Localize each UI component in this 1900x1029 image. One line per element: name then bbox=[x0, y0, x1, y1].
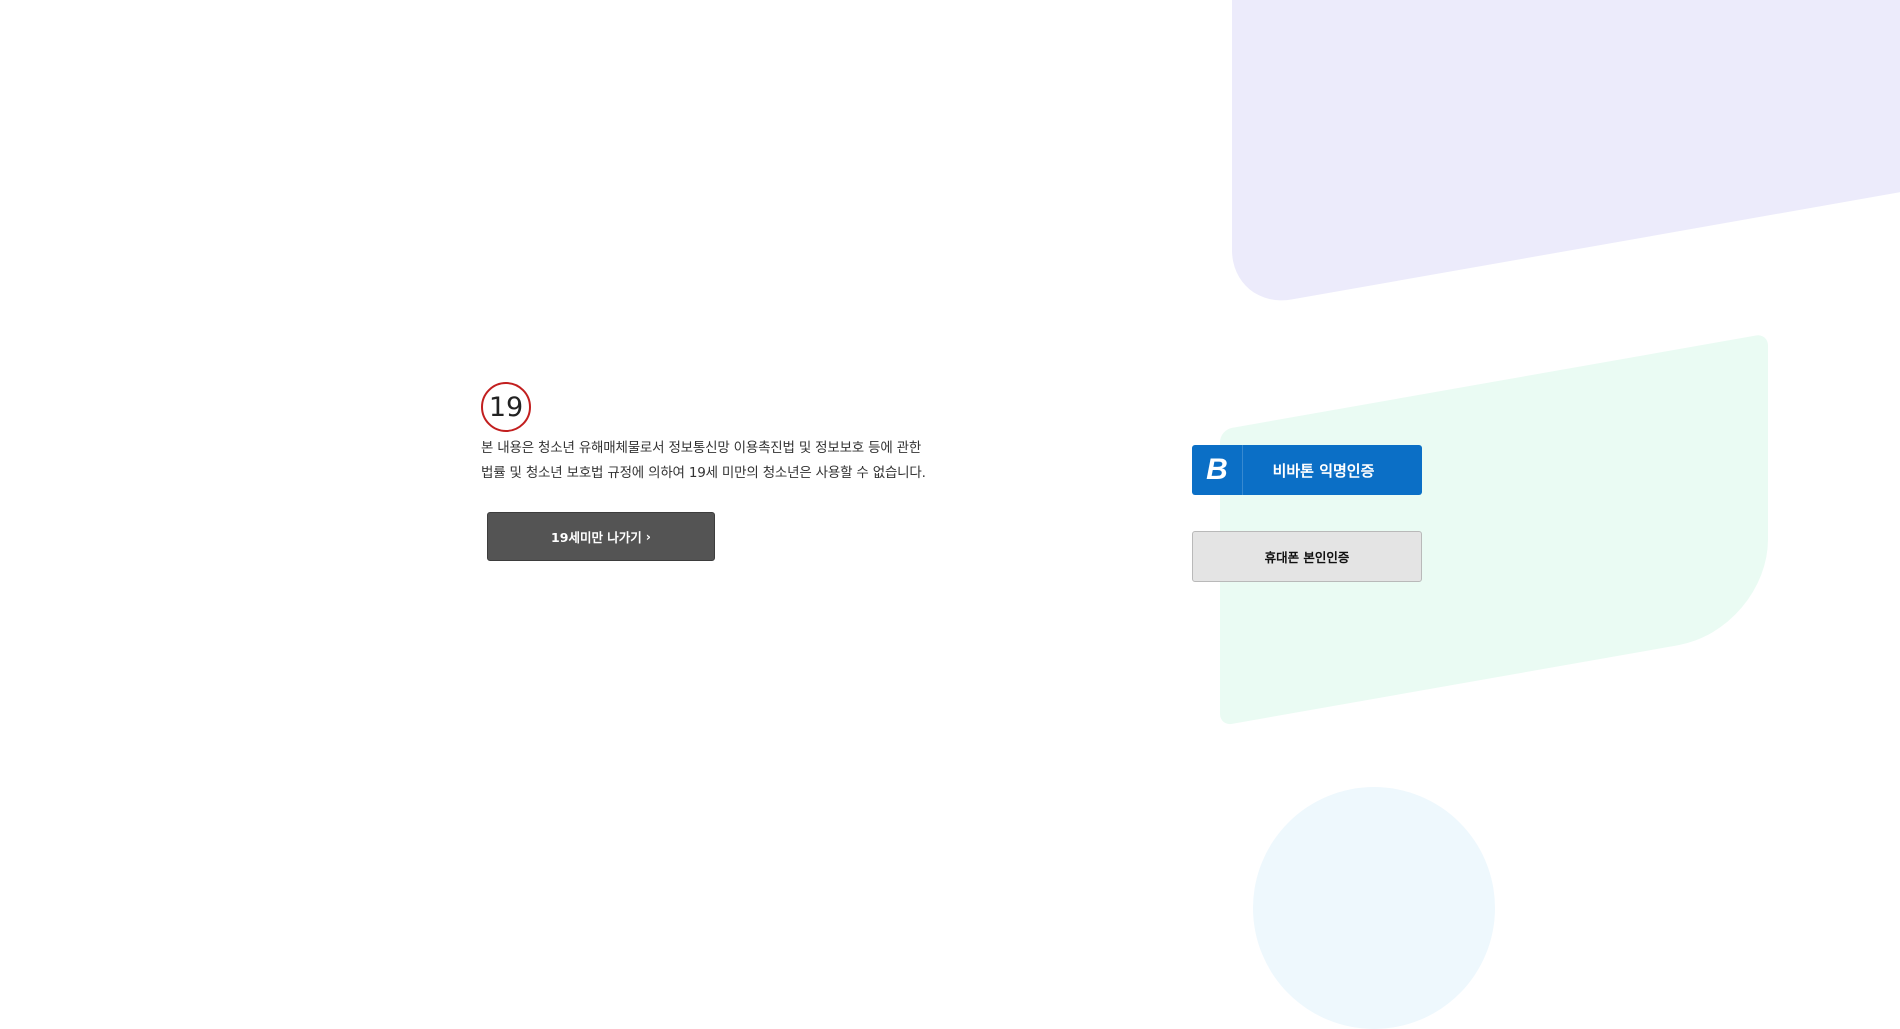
age-19-badge: 19 bbox=[481, 382, 531, 432]
vivaton-anonymous-auth-button[interactable]: B 비바톤 익명인증 bbox=[1192, 445, 1422, 495]
background-shape-purple bbox=[1232, 0, 1900, 310]
vivaton-auth-label: 비바톤 익명인증 bbox=[1272, 461, 1375, 480]
phone-identity-auth-button[interactable]: 휴대폰 본인인증 bbox=[1192, 531, 1422, 582]
under-19-exit-button[interactable]: 19세미만 나가기 › bbox=[487, 512, 715, 561]
phone-auth-label: 휴대폰 본인인증 bbox=[1264, 550, 1350, 565]
age-restriction-notice: 19 본 내용은 청소년 유해매체물로서 정보통신망 이용촉진법 및 정보보호 … bbox=[481, 382, 941, 561]
restriction-message: 본 내용은 청소년 유해매체물로서 정보통신망 이용촉진법 및 정보보호 등에 … bbox=[481, 440, 926, 481]
exit-button-label: 19세미만 나가기 bbox=[551, 530, 642, 545]
auth-options: B 비바톤 익명인증 휴대폰 본인인증 bbox=[1192, 445, 1422, 582]
background-shape-circle bbox=[1253, 787, 1495, 1029]
vivaton-logo-icon: B bbox=[1192, 445, 1243, 495]
chevron-right-icon: › bbox=[645, 529, 651, 544]
